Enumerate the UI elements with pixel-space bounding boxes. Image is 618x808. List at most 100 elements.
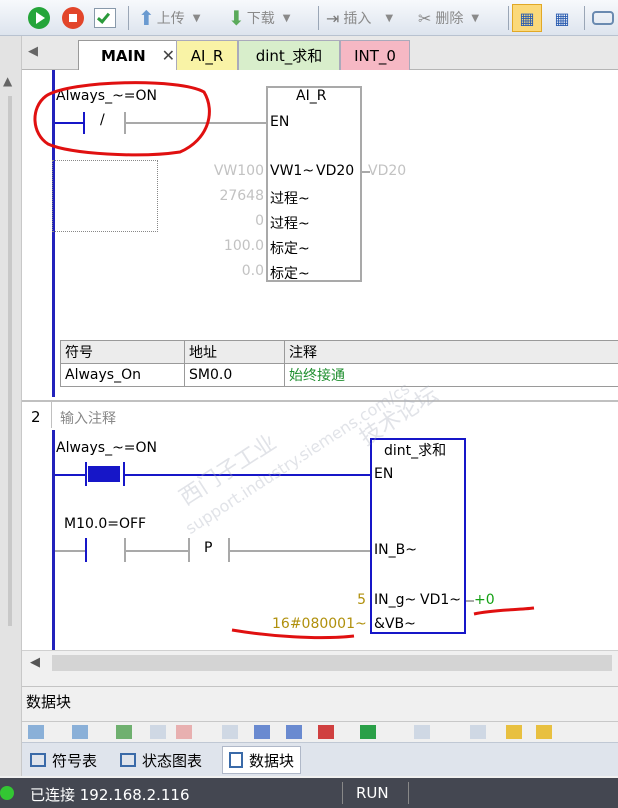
program-status-button[interactable]: ▦ — [512, 4, 542, 32]
connected-status-icon — [0, 786, 14, 800]
input-value[interactable]: VW100 — [194, 163, 264, 179]
tab-status-chart[interactable]: 状态图表 — [114, 746, 208, 774]
ladder-editor: Always_~=ON / AI_R EN VW100 VW1~ VD20 VD… — [22, 70, 618, 650]
input-pin: 标定~ — [270, 266, 310, 282]
block-title: AI_R — [296, 88, 327, 104]
contact-energized[interactable] — [88, 466, 120, 482]
panel-tool-icon[interactable] — [150, 725, 166, 739]
input-value[interactable]: 27648 — [194, 188, 264, 204]
upload-button[interactable]: ⬆ 上传 ▼ — [138, 6, 200, 30]
scroll-left-icon[interactable]: ◀ — [30, 655, 40, 670]
p-left-bar — [188, 538, 190, 562]
upload-label: 上传 — [156, 11, 185, 27]
delete-label: 删除 — [435, 11, 464, 27]
close-icon[interactable]: ✕ — [162, 46, 175, 65]
symbol-table: 符号 地址 注释 Always_On SM0.0 始终接通 — [60, 340, 618, 387]
editor-tab-bar: ◀ MAIN ✕ AI_R dint_求和 INT_0 — [22, 36, 618, 70]
output-pin: VD20 — [316, 163, 355, 179]
panel-tool-icon[interactable] — [360, 725, 376, 739]
display-button[interactable] — [592, 6, 614, 30]
panel-tool-icon[interactable] — [116, 725, 132, 739]
rung-wire — [55, 550, 87, 552]
table-icon — [30, 753, 46, 767]
contact-left-bar — [85, 538, 87, 562]
rung-wire-energized — [55, 474, 87, 476]
tab-label: MAIN — [100, 46, 146, 65]
contact-label: M10.0=OFF — [64, 516, 147, 532]
panel-tool-icon[interactable] — [222, 725, 238, 739]
input-value[interactable]: 0 — [194, 213, 264, 229]
chevron-down-icon: ▼ — [385, 12, 394, 24]
panel-tool-icon[interactable] — [176, 725, 192, 739]
tab-int-0[interactable]: INT_0 — [340, 40, 410, 70]
tab-data-block[interactable]: 数据块 — [222, 746, 302, 774]
tab-scroll-left-icon[interactable]: ◀ — [28, 44, 38, 59]
scroll-thumb[interactable] — [52, 655, 612, 671]
network-status-icon: ▦ — [519, 8, 535, 28]
plc-mode: RUN — [356, 784, 389, 802]
input-value[interactable]: 0.0 — [194, 263, 264, 279]
rung-wire — [230, 550, 372, 552]
key-icon[interactable] — [506, 725, 522, 739]
tab-label: 符号表 — [52, 751, 98, 770]
tab-label: 数据块 — [249, 751, 295, 770]
tab-label: AI_R — [190, 46, 224, 65]
tab-label: dint_求和 — [255, 47, 323, 65]
delete-icon: ✂ — [418, 8, 432, 28]
output-value[interactable]: VD20 — [368, 163, 406, 179]
compile-button[interactable] — [94, 6, 116, 30]
in-g-value[interactable]: 5 — [340, 592, 366, 608]
compile-check-icon — [94, 8, 116, 28]
panel-tool-icon[interactable] — [28, 725, 44, 739]
network-number-cell — [22, 402, 52, 428]
tab-symbol-table[interactable]: 符号表 — [24, 746, 103, 774]
table-row[interactable]: Always_On SM0.0 始终接通 — [60, 363, 618, 387]
comment-cell: 始终接通 — [284, 363, 618, 387]
input-pin: VW1~ — [270, 163, 315, 179]
delete-button[interactable]: ✂ 删除 ▼ — [418, 6, 479, 30]
panel-tool-icon[interactable] — [318, 725, 334, 739]
document-icon — [229, 752, 243, 768]
panel-tool-icon[interactable] — [72, 725, 88, 739]
panel-tool-icon[interactable] — [286, 725, 302, 739]
symbol-cell: Always_On — [60, 363, 185, 387]
gutter-scrollbar[interactable] — [8, 96, 12, 626]
download-button[interactable]: ⬇ 下载 ▼ — [228, 6, 290, 30]
out-pin: VD1~ — [420, 592, 461, 608]
toolbar: ⬆ 上传 ▼ ⬇ 下载 ▼ ⇥ 插入 ▼ ✂ 删除 ▼ ▦ ▦ — [0, 0, 618, 36]
insert-label: 插入 — [343, 11, 372, 27]
stop-button[interactable] — [62, 6, 84, 30]
download-label: 下载 — [246, 11, 275, 27]
panel-tool-icon[interactable] — [536, 725, 552, 739]
data-block-panel: 数据块 — [22, 686, 618, 746]
column-header: 地址 — [184, 340, 285, 364]
status-bar: 已连接 192.168.2.116 RUN — [0, 778, 618, 808]
column-header: 注释 — [284, 340, 618, 364]
display-icon — [592, 11, 614, 25]
chevron-down-icon: ▼ — [471, 12, 480, 24]
positive-edge-p[interactable]: P — [204, 540, 212, 556]
empty-selection-box[interactable] — [52, 160, 158, 232]
insert-button[interactable]: ⇥ 插入 ▼ — [326, 6, 393, 30]
network-comment[interactable]: 输入注释 — [60, 408, 116, 428]
trend-view-button[interactable]: ▦ — [548, 6, 576, 30]
panel-title: 数据块 — [26, 693, 72, 711]
rung-wire — [126, 550, 188, 552]
input-pin: 过程~ — [270, 216, 310, 232]
input-pin: 标定~ — [270, 241, 310, 257]
power-rail — [52, 430, 55, 650]
tab-ai-r[interactable]: AI_R — [176, 40, 238, 70]
tab-dint-sum[interactable]: dint_求和 — [238, 40, 340, 70]
column-header: 符号 — [60, 340, 185, 364]
red-annotation-underline — [231, 628, 355, 640]
panel-tool-icon[interactable] — [414, 725, 430, 739]
panel-tool-icon[interactable] — [470, 725, 486, 739]
panel-tool-icon[interactable] — [254, 725, 270, 739]
run-button[interactable] — [28, 6, 50, 30]
collapse-icon[interactable]: ▲ — [3, 74, 12, 88]
tab-label: INT_0 — [354, 46, 396, 65]
download-arrow-icon: ⬇ — [228, 6, 245, 30]
horizontal-scrollbar[interactable]: ◀ — [22, 650, 618, 676]
contact-label: Always_~=ON — [56, 440, 158, 456]
input-value[interactable]: 100.0 — [194, 238, 264, 254]
